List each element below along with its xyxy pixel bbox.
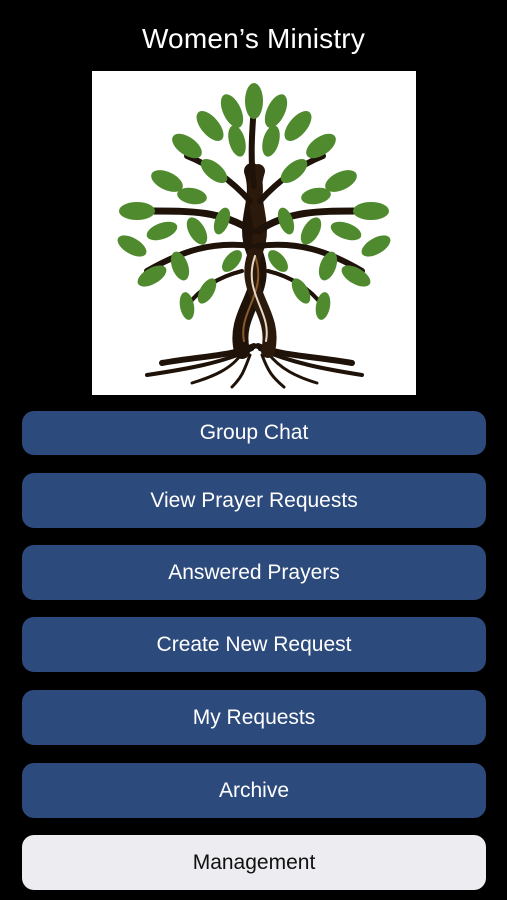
group-chat-button[interactable]: Group Chat: [22, 411, 486, 455]
create-new-request-button[interactable]: Create New Request: [22, 617, 486, 672]
my-requests-button[interactable]: My Requests: [22, 690, 486, 745]
tree-logo-icon: [117, 83, 391, 389]
answered-prayers-button[interactable]: Answered Prayers: [22, 545, 486, 600]
page-title: Women’s Ministry: [141, 23, 366, 54]
ministry-logo: [92, 71, 416, 395]
view-prayer-requests-button[interactable]: View Prayer Requests: [22, 473, 486, 528]
management-button[interactable]: Management: [22, 835, 486, 890]
archive-button[interactable]: Archive: [22, 763, 486, 818]
